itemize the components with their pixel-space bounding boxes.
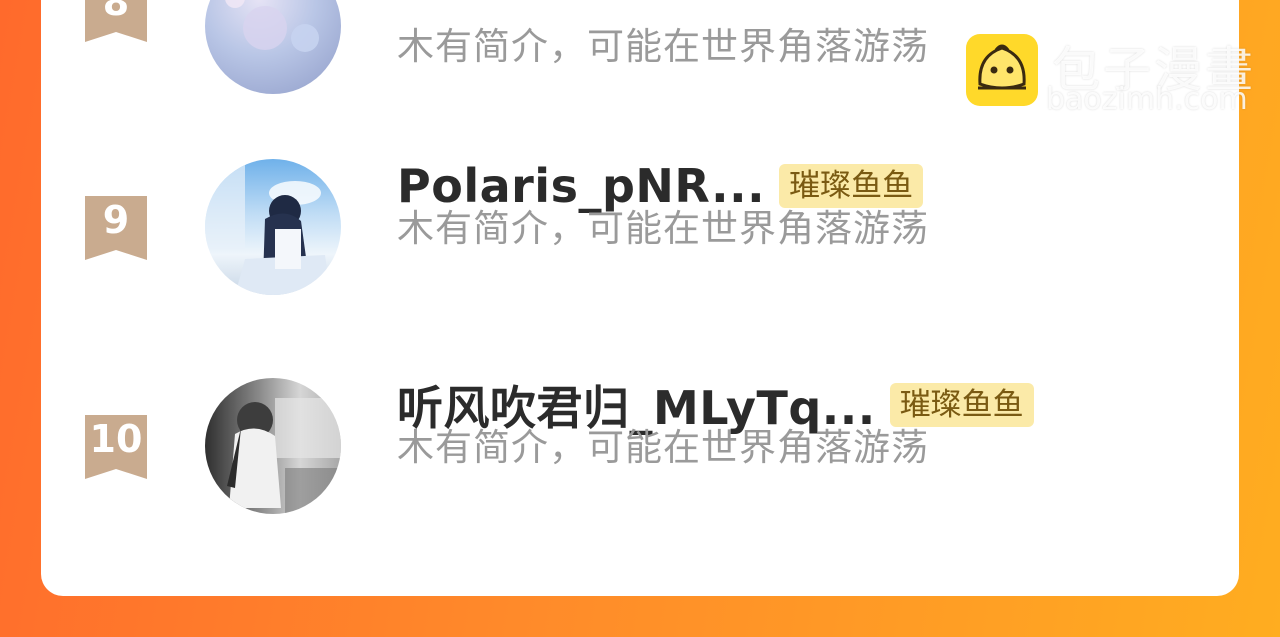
anime-avatar-icon[interactable] — [205, 0, 341, 94]
rank-number: 9 — [102, 198, 130, 242]
rank-number: 8 — [102, 0, 130, 24]
rank-ribbon: 10 — [85, 415, 147, 479]
list-item[interactable]: 10 听风吹君归_MLyTq... 璀璨鱼鱼 木有简介，可能在世界角落游荡 — [41, 377, 1239, 537]
user-bio: 木有简介，可能在世界角落游荡 — [397, 207, 929, 250]
rank-ribbon: 9 — [85, 196, 147, 260]
rank-ribbon: 8 — [85, 0, 147, 42]
list-item[interactable]: 9 Polaris_pNR... 璀璨鱼鱼 木有简介，可能在世界角落游荡 — [41, 158, 1239, 318]
rank-number: 10 — [89, 417, 143, 461]
watermark-url: baozimh.com — [1046, 82, 1248, 117]
page-background: 8 木有简介，可能在世界角落游荡 9 Polaris_pNR... 璀璨鱼鱼 木… — [0, 0, 1280, 637]
bun-logo-icon — [966, 34, 1038, 106]
anime-avatar-icon[interactable] — [205, 159, 341, 295]
user-bio: 木有简介，可能在世界角落游荡 — [397, 25, 929, 68]
anime-avatar-icon[interactable] — [205, 378, 341, 514]
user-bio: 木有简介，可能在世界角落游荡 — [397, 426, 929, 469]
watermark: 包子漫畫 baozimh.com — [966, 34, 1266, 118]
